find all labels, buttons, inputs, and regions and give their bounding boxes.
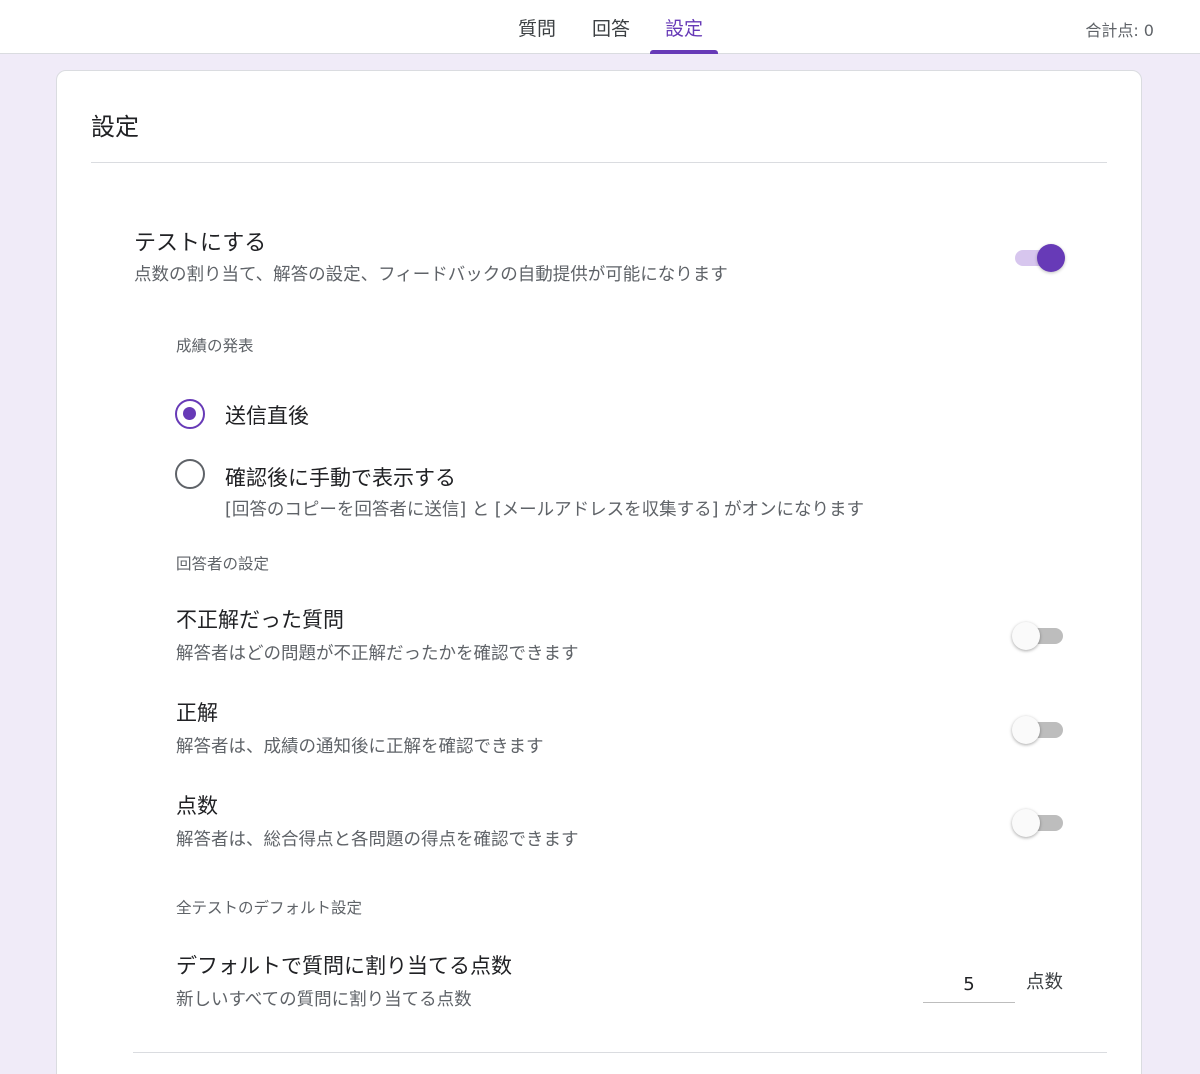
toggle-thumb	[1037, 244, 1065, 272]
point-values-toggle[interactable]	[1012, 808, 1066, 838]
settings-card: 設定 テストにする 点数の割り当て、解答の設定、フィードバックの自動提供が可能に…	[56, 70, 1142, 1074]
radio-manual-review[interactable]	[175, 459, 205, 489]
tab-settings[interactable]: 設定	[650, 0, 718, 54]
point-values-title: 点数	[176, 794, 218, 818]
default-points-unit: 点数	[1026, 972, 1064, 993]
radio-manual-review-label[interactable]: 確認後に手動で表示する	[225, 462, 456, 492]
total-points: 合計点: 0	[1085, 21, 1154, 40]
quiz-title: テストにする	[134, 231, 267, 256]
toggle-thumb	[1012, 716, 1040, 744]
correct-answers-title: 正解	[176, 701, 218, 725]
default-points-title: デフォルトで質問に割り当てる点数	[176, 954, 512, 978]
point-values-description: 解答者は、総合得点と各問題の得点を確認できます	[176, 830, 579, 850]
toggle-thumb	[1012, 622, 1040, 650]
toggle-thumb	[1012, 809, 1040, 837]
tab-questions[interactable]: 質問	[510, 0, 564, 54]
top-bar: 質問 回答 設定 合計点: 0	[0, 0, 1200, 54]
tab-bar: 質問 回答 設定	[0, 0, 1200, 54]
radio-immediately-label[interactable]: 送信直後	[225, 400, 309, 430]
quiz-toggle[interactable]	[1012, 243, 1066, 273]
release-grade-label: 成績の発表	[176, 337, 254, 355]
divider	[91, 162, 1107, 163]
correct-answers-toggle[interactable]	[1012, 715, 1066, 745]
missed-questions-description: 解答者はどの問題が不正解だったかを確認できます	[176, 644, 579, 664]
radio-manual-review-note: [回答のコピーを回答者に送信] と [メールアドレスを収集する] がオンになりま…	[225, 500, 864, 520]
quiz-description: 点数の割り当て、解答の設定、フィードバックの自動提供が可能になります	[134, 265, 728, 285]
defaults-label: 全テストのデフォルト設定	[176, 899, 363, 917]
divider	[133, 1052, 1107, 1053]
missed-questions-title: 不正解だった質問	[176, 608, 344, 632]
card-title: 設定	[91, 113, 139, 141]
missed-questions-toggle[interactable]	[1012, 621, 1066, 651]
tab-responses[interactable]: 回答	[584, 0, 638, 54]
correct-answers-description: 解答者は、成績の通知後に正解を確認できます	[176, 737, 544, 757]
radio-immediately[interactable]	[175, 399, 205, 429]
default-points-description: 新しいすべての質問に割り当てる点数	[176, 990, 472, 1010]
default-points-input[interactable]	[923, 967, 1015, 1003]
respondent-settings-label: 回答者の設定	[176, 555, 270, 573]
